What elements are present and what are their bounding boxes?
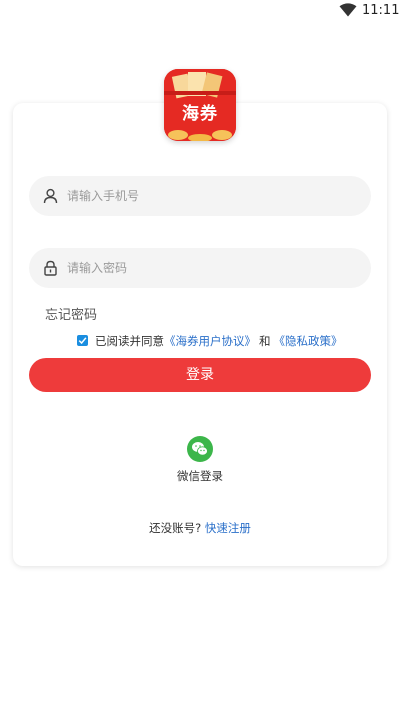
phone-input[interactable]	[67, 176, 357, 216]
user-icon	[43, 188, 58, 204]
register-link[interactable]: 快速注册	[205, 521, 251, 535]
wifi-icon	[339, 3, 357, 17]
password-field[interactable]	[29, 248, 371, 288]
login-button[interactable]: 登录	[29, 358, 371, 392]
forgot-password-link[interactable]: 忘记密码	[45, 304, 97, 323]
register-prompt: 还没账号?	[149, 521, 202, 535]
password-input[interactable]	[67, 248, 357, 288]
agreement-prefix: 已阅读并同意	[95, 334, 164, 348]
agreement-row: 已阅读并同意《海券用户协议》和《隐私政策》	[77, 333, 343, 349]
app-logo: 海券	[164, 69, 236, 141]
check-icon	[78, 337, 87, 345]
logo-text: 海券	[182, 104, 218, 124]
lock-icon	[44, 260, 57, 276]
agreement-and: 和	[259, 334, 271, 348]
register-row: 还没账号? 快速注册	[0, 520, 400, 536]
phone-field[interactable]	[29, 176, 371, 216]
wechat-bubbles-icon	[192, 442, 208, 456]
wechat-icon[interactable]	[187, 436, 213, 462]
privacy-policy-link[interactable]: 《隐私政策》	[274, 334, 343, 348]
wechat-login-label[interactable]: 微信登录	[0, 468, 400, 484]
login-screen: 11:11 海券 忘记密码	[0, 0, 400, 710]
user-agreement-link[interactable]: 《海券用户协议》	[164, 334, 256, 348]
status-time: 11:11	[362, 3, 400, 18]
status-bar: 11:11	[0, 0, 400, 24]
agreement-checkbox[interactable]	[77, 335, 88, 346]
